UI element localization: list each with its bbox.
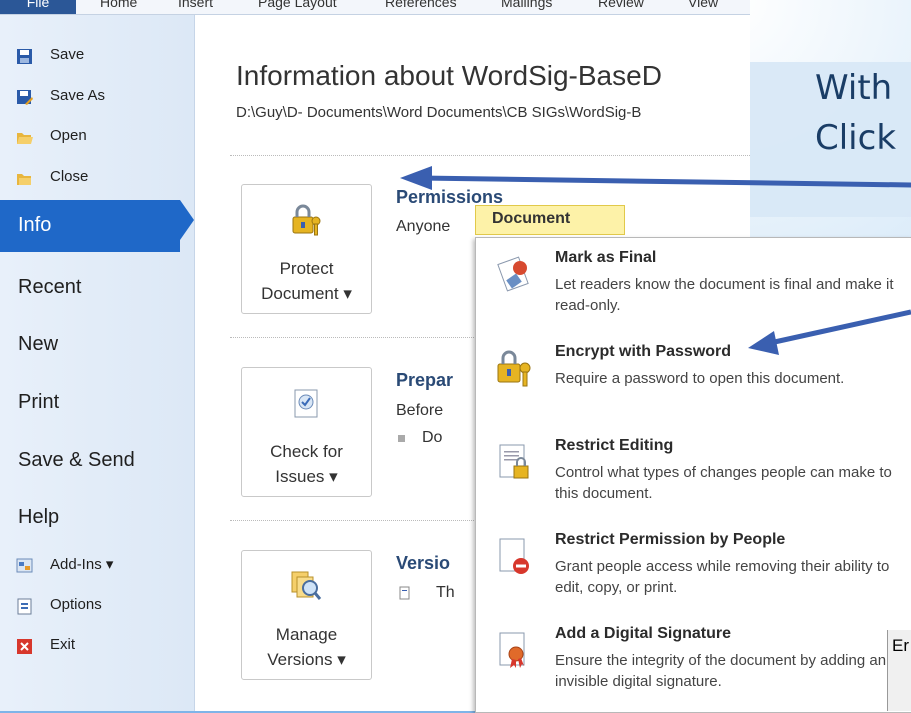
sidebar-item-open[interactable]: Open [0,118,194,158]
check-for-issues-label2: Issues ▾ [275,467,338,486]
tab-mailings[interactable]: Mailings [501,0,552,10]
protect-document-label1: Protect [279,259,334,278]
sidebar-item-label: Open [50,127,87,144]
backstage-sidebar: Save Save As Open Close Info Recent New … [0,15,195,711]
menu-item-desc: Require a password to open this document… [555,370,845,387]
sidebar-item-close[interactable]: Close [0,159,194,199]
digital-signature-icon [499,632,525,668]
document-path: D:\Guy\D- Documents\Word Documents\CB SI… [236,104,642,121]
menu-item-title: Encrypt with Password [555,343,732,360]
protect-document-button[interactable]: Protect Document ▾ [241,184,372,314]
menu-tooltip: Document [475,205,625,235]
close-folder-icon [17,174,31,185]
versions-heading: Versio [396,553,451,573]
sidebar-item-save[interactable]: Save [0,37,194,77]
sidebar-item-exit[interactable]: Exit [0,627,194,667]
sidebar-item-options[interactable]: Options [0,587,194,627]
versions-text: Th [436,584,455,601]
sidebar-item-label: Add-Ins ▾ [50,556,114,573]
menu-item-encrypt-with-password[interactable]: Encrypt with Password Require a password… [476,332,911,426]
prepare-text: Before [396,402,444,419]
menu-item-desc: Grant people access while removing their… [555,558,890,596]
save-as-icon [17,90,33,105]
protect-document-menu: Mark as Final Let readers know the docum… [475,237,911,713]
page-title: Information about WordSig-BaseD [236,60,662,91]
sidebar-item-new[interactable]: New [0,326,194,366]
menu-item-restrict-editing[interactable]: Restrict Editing Control what types of c… [476,426,911,520]
add-ins-icon [16,558,33,573]
tab-insert[interactable]: Insert [178,0,213,10]
lock-key-icon [292,204,321,236]
sidebar-item-label: Options [50,596,102,613]
sidebar-item-help[interactable]: Help [0,499,194,539]
protect-document-label2: Document ▾ [261,284,352,303]
sidebar-item-label: Recent [18,276,82,298]
restrict-editing-icon [499,444,529,479]
tab-page-layout[interactable]: Page Layout [258,0,337,10]
sidebar-item-label: Save & Send [18,449,135,471]
menu-item-add-digital-signature[interactable]: Add a Digital Signature Ensure the integ… [476,614,911,708]
lock-key-icon [497,350,531,387]
divider [230,155,750,156]
menu-item-title: Add a Digital Signature [555,625,732,642]
save-icon [17,49,32,64]
tab-home[interactable]: Home [100,0,137,10]
sidebar-item-label: Save As [50,87,106,104]
check-for-issues-label1: Check for [270,442,343,461]
menu-item-title: Restrict Permission by People [555,531,786,548]
menu-item-desc: Let readers know the document is final a… [555,276,894,314]
manage-versions-button[interactable]: Manage Versions ▾ [241,550,372,680]
sidebar-item-label: Exit [50,636,76,653]
manage-versions-label1: Manage [275,625,338,644]
menu-tooltip-text: Document [492,210,571,227]
tab-review[interactable]: Review [598,0,644,10]
menu-item-desc: Control what types of changes people can… [555,464,892,502]
versions-magnifier-icon [291,571,322,600]
menu-item-desc: Ensure the integrity of the document by … [555,652,887,690]
slide-text-line2: Click [815,118,897,158]
encrypt-dialog-stub: Er [887,630,911,711]
permissions-text: Anyone [396,218,451,235]
version-doc-icon [399,586,410,600]
prepare-bullet-text: Do [422,429,443,446]
options-icon [17,598,32,615]
check-for-issues-button[interactable]: Check for Issues ▾ [241,367,372,497]
prepare-heading: Prepar [396,370,454,390]
manage-versions-label2: Versions ▾ [267,650,346,669]
sidebar-item-label: Help [18,506,60,528]
sidebar-item-label: New [18,333,59,355]
sidebar-item-recent[interactable]: Recent [0,269,194,309]
document-check-icon [294,389,318,418]
sidebar-item-label: Info [18,214,52,236]
tab-references[interactable]: References [385,0,457,10]
sidebar-item-label: Print [18,391,60,413]
menu-item-title: Restrict Editing [555,437,674,454]
exit-icon [17,639,32,654]
menu-item-mark-as-final[interactable]: Mark as Final Let readers know the docum… [476,238,911,332]
slide-text-line1: With [815,68,893,108]
sidebar-item-save-send[interactable]: Save & Send [0,442,194,482]
bullet-marker [398,435,405,442]
ribbon-tab-bar: File Home Insert Page Layout References … [0,0,750,15]
sidebar-item-add-ins[interactable]: Add-Ins ▾ [0,546,194,586]
sidebar-item-label: Save [50,46,85,63]
sidebar-item-print[interactable]: Print [0,384,194,424]
sidebar-item-save-as[interactable]: Save As [0,78,194,118]
menu-item-title: Mark as Final [555,249,657,266]
open-folder-icon [17,133,33,144]
sidebar-item-label: Close [50,168,89,185]
tab-file[interactable]: File [0,0,76,14]
mark-final-icon [497,256,529,292]
restrict-permission-icon [499,538,529,574]
menu-item-restrict-permission[interactable]: Restrict Permission by People Grant peop… [476,520,911,614]
tab-view[interactable]: View [688,0,718,10]
dialog-title-fragment: Er [892,636,909,655]
sidebar-item-info[interactable]: Info [0,200,194,252]
